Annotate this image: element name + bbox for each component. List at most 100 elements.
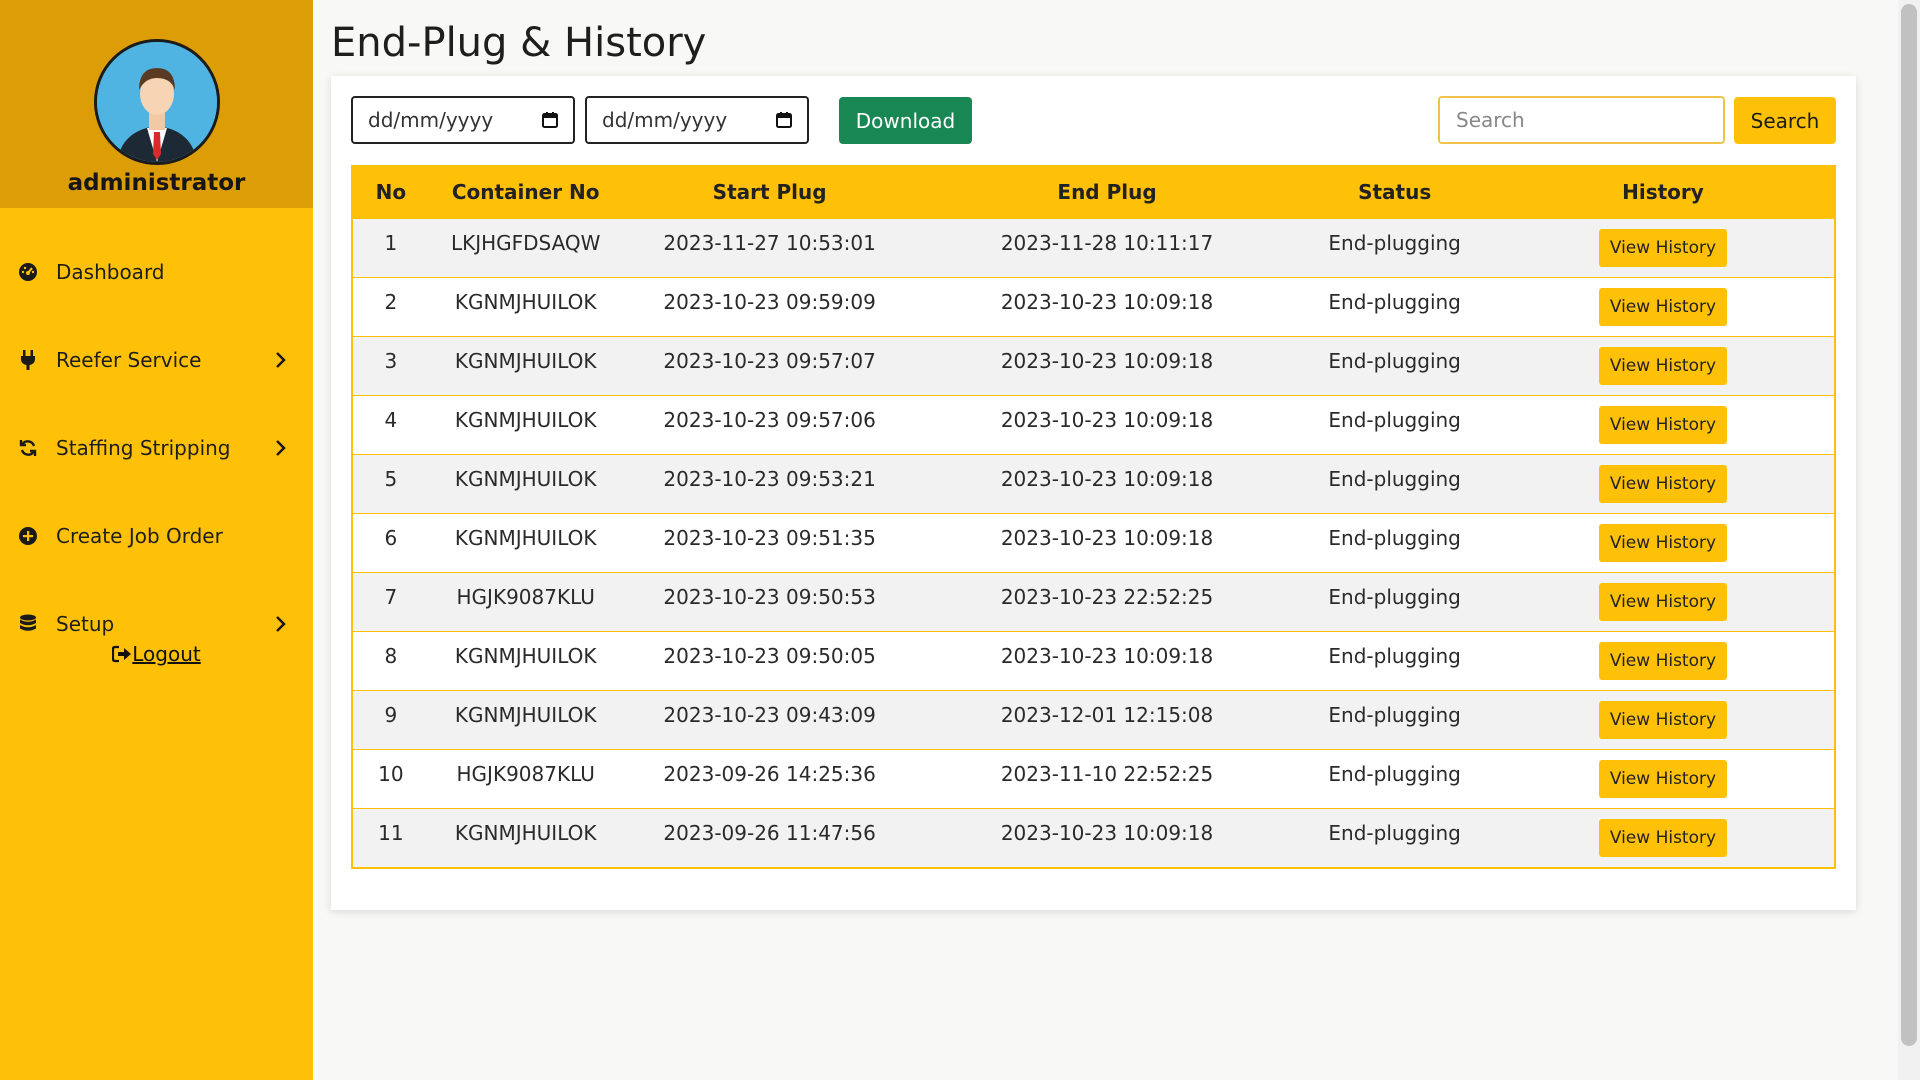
calendar-icon[interactable] [541, 111, 559, 129]
cell-start-plug: 2023-10-23 09:50:05 [663, 643, 876, 668]
sidebar-item-dashboard[interactable]: Dashboard [0, 228, 313, 316]
cell-no: 1 [384, 230, 398, 255]
view-history-button[interactable]: View History [1598, 346, 1727, 385]
cell-end-plug: 2023-10-23 10:09:18 [1000, 348, 1214, 373]
cell-status: End-plugging [1328, 407, 1461, 432]
sidebar-item-label: Staffing Stripping [56, 436, 231, 460]
sign-out-icon [112, 645, 132, 663]
cell-history: View History [1492, 395, 1834, 454]
cell-start-plug: 2023-10-23 09:57:06 [663, 407, 876, 432]
cell-status: End-plugging [1328, 702, 1461, 727]
sync-icon [16, 436, 40, 460]
logout-label: Logout [132, 642, 201, 666]
cell-no: 3 [384, 348, 398, 373]
view-history-button[interactable]: View History [1598, 287, 1727, 326]
table-row: 10 HGJK9087KLU 2023-09-26 14:25:36 2023-11-… [353, 749, 1834, 808]
cell-no: 8 [384, 643, 398, 668]
table-body: 1 LKJHGFDSAQW 2023-11-27 10:53:01 2023-11-2… [353, 218, 1834, 867]
column-header-no[interactable]: No [353, 167, 429, 218]
calendar-icon[interactable] [775, 111, 793, 129]
cell-history: View History [1492, 749, 1834, 808]
cell-history: View History [1492, 218, 1834, 277]
cell-history: View History [1492, 336, 1834, 395]
cell-end-plug: 2023-10-23 10:09:18 [1000, 820, 1214, 845]
cell-status: End-plugging [1328, 584, 1461, 609]
cell-status: End-plugging [1328, 289, 1461, 314]
chevron-right-icon [276, 440, 286, 456]
cell-end-plug: 2023-11-28 10:11:17 [1000, 230, 1214, 255]
cell-start-plug: 2023-09-26 11:47:56 [663, 820, 876, 845]
toolbar: dd/mm/yyyy dd/mm/yyyy Download Search [351, 96, 1836, 146]
logout-link[interactable]: Logout [0, 642, 313, 666]
chevron-right-icon [276, 352, 286, 368]
column-header-start-plug[interactable]: Start Plug [623, 167, 917, 218]
cell-no: 6 [384, 525, 398, 550]
cell-history: View History [1492, 513, 1834, 572]
cell-start-plug: 2023-10-23 09:57:07 [663, 348, 876, 373]
cell-container-no: KGNMJHUILOK [454, 348, 597, 373]
cell-status: End-plugging [1328, 525, 1461, 550]
profile-panel: administrator [0, 0, 313, 208]
cell-no: 10 [378, 761, 404, 786]
cell-no: 5 [384, 466, 398, 491]
column-header-status[interactable]: Status [1297, 167, 1492, 218]
scrollbar-thumb[interactable] [1901, 4, 1917, 1046]
plus-circle-icon [16, 524, 40, 548]
sidebar-nav: Dashboard Reefer Service Staffing Stripp… [0, 208, 313, 668]
sidebar-item-staffing-stripping[interactable]: Staffing Stripping [0, 404, 313, 492]
view-history-button[interactable]: View History [1598, 582, 1727, 621]
cell-start-plug: 2023-10-23 09:50:53 [663, 584, 876, 609]
view-history-button[interactable]: View History [1598, 405, 1727, 444]
cell-no: 11 [378, 820, 404, 845]
cell-history: View History [1492, 454, 1834, 513]
view-history-button[interactable]: View History [1598, 641, 1727, 680]
view-history-button[interactable]: View History [1598, 228, 1727, 267]
cell-end-plug: 2023-12-01 12:15:08 [1000, 702, 1214, 727]
cell-start-plug: 2023-11-27 10:53:01 [663, 230, 876, 255]
view-history-button[interactable]: View History [1598, 523, 1727, 562]
cell-end-plug: 2023-10-23 10:09:18 [1000, 289, 1214, 314]
cell-end-plug: 2023-10-23 10:09:18 [1000, 407, 1214, 432]
cell-container-no: HGJK9087KLU [456, 761, 595, 786]
date-to-input[interactable]: dd/mm/yyyy [585, 96, 809, 144]
date-from-placeholder: dd/mm/yyyy [368, 108, 494, 132]
table-row: 9 KGNMJHUILOK 2023-10-23 09:43:09 2023-12-0… [353, 690, 1834, 749]
cell-container-no: KGNMJHUILOK [454, 525, 597, 550]
search-button[interactable]: Search [1734, 97, 1836, 144]
sidebar-item-label: Reefer Service [56, 348, 202, 372]
cell-container-no: KGNMJHUILOK [454, 289, 597, 314]
sidebar-item-create-job-order[interactable]: Create Job Order [0, 492, 313, 580]
cell-container-no: KGNMJHUILOK [454, 407, 597, 432]
page-title: End-Plug & History [331, 20, 707, 66]
history-table: No Container No Start Plug End Plug Stat… [353, 167, 1834, 867]
cell-status: End-plugging [1328, 348, 1461, 373]
sidebar-item-label: Dashboard [56, 260, 165, 284]
view-history-button[interactable]: View History [1598, 759, 1727, 798]
cell-start-plug: 2023-10-23 09:51:35 [663, 525, 876, 550]
gauge-icon [16, 260, 40, 284]
search-input[interactable] [1438, 96, 1725, 144]
cell-status: End-plugging [1328, 466, 1461, 491]
history-table-container: No Container No Start Plug End Plug Stat… [351, 165, 1836, 869]
view-history-button[interactable]: View History [1598, 818, 1727, 857]
table-row: 1 LKJHGFDSAQW 2023-11-27 10:53:01 2023-11-2… [353, 218, 1834, 277]
chevron-right-icon [276, 616, 286, 632]
table-row: 7 HGJK9087KLU 2023-10-23 09:50:53 2023-10-2… [353, 572, 1834, 631]
username: administrator [67, 170, 246, 196]
cell-end-plug: 2023-10-23 22:52:25 [1000, 584, 1214, 609]
cell-no: 9 [384, 702, 398, 727]
sidebar-item-reefer-service[interactable]: Reefer Service [0, 316, 313, 404]
view-history-button[interactable]: View History [1598, 700, 1727, 739]
column-header-end-plug[interactable]: End Plug [917, 167, 1298, 218]
table-row: 3 KGNMJHUILOK 2023-10-23 09:57:07 2023-10-2… [353, 336, 1834, 395]
column-header-history: History [1622, 180, 1704, 205]
cell-status: End-plugging [1328, 820, 1461, 845]
view-history-button[interactable]: View History [1598, 464, 1727, 503]
vertical-scrollbar[interactable] [1898, 0, 1920, 1080]
date-from-input[interactable]: dd/mm/yyyy [351, 96, 575, 144]
cell-container-no: KGNMJHUILOK [454, 466, 597, 491]
column-header-container-no[interactable]: Container No [429, 167, 623, 218]
download-button[interactable]: Download [839, 97, 972, 144]
user-avatar-icon [96, 42, 217, 162]
cell-end-plug: 2023-11-10 22:52:25 [1000, 761, 1214, 786]
